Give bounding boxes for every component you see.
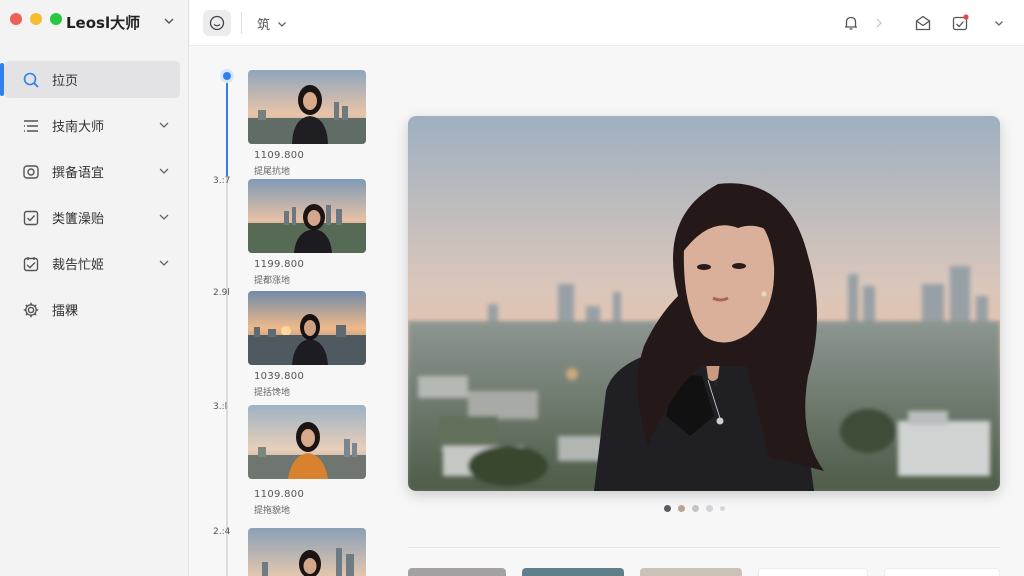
thumbnail-caption: 提尾抗地 xyxy=(254,167,291,177)
face-icon xyxy=(209,15,225,31)
gear-icon xyxy=(22,301,40,319)
sidebar-item-settings[interactable]: 擂粿 xyxy=(0,291,189,328)
sidebar-item-label: 类籄澡贻 xyxy=(52,212,105,227)
face-button[interactable] xyxy=(203,10,231,36)
window-controls xyxy=(10,13,62,25)
photo-thumbnail[interactable] xyxy=(248,528,366,576)
chevron-down-icon[interactable] xyxy=(157,210,171,224)
timeline-progress xyxy=(226,76,228,176)
gallery-card[interactable] xyxy=(758,568,868,576)
thumbnail-caption: 提括馋地 xyxy=(254,388,291,398)
section-divider xyxy=(408,547,1000,548)
chevron-down-icon[interactable] xyxy=(157,256,171,270)
gallery-card[interactable] xyxy=(522,568,624,576)
top-toolbar: 筑 xyxy=(190,0,1024,46)
sidebar-item-tech[interactable]: 技南大师 xyxy=(0,107,189,144)
timeline-handle[interactable] xyxy=(220,69,234,83)
photo-thumbnail[interactable] xyxy=(248,179,366,253)
gallery-card[interactable] xyxy=(884,568,1000,576)
search-icon xyxy=(22,71,40,89)
filter-dropdown[interactable]: 筑 xyxy=(257,14,288,33)
calendar-check-icon xyxy=(952,14,969,31)
chevron-down-icon[interactable] xyxy=(162,14,176,28)
mail-icon xyxy=(915,15,931,31)
minimize-window-button[interactable] xyxy=(30,13,42,25)
carousel-dot[interactable] xyxy=(678,505,685,512)
carousel-dot[interactable] xyxy=(692,505,699,512)
carousel-dot-active[interactable] xyxy=(664,505,671,512)
chevron-down-icon xyxy=(278,21,286,27)
sidebar-item-label: 撰备语宜 xyxy=(52,166,105,181)
sidebar-nav: 拉页 技南大师 撰备语宜 类籄澡贻 裁告忙姬 擂粿 xyxy=(0,61,189,337)
main-photo-preview[interactable] xyxy=(408,116,1000,491)
sidebar-item-label: 擂粿 xyxy=(52,304,79,319)
calendar-icon xyxy=(22,255,40,273)
camera-icon xyxy=(22,163,40,181)
carousel-dot[interactable] xyxy=(720,506,725,511)
mail-button[interactable] xyxy=(912,12,934,34)
chevron-down-icon xyxy=(995,21,1003,26)
account-menu-button[interactable] xyxy=(990,14,1008,32)
checkbox-icon xyxy=(22,209,40,227)
photo-thumbnail[interactable] xyxy=(248,70,366,144)
gallery-card[interactable] xyxy=(640,568,742,576)
sidebar-item-label: 裁告忙姬 xyxy=(52,258,105,273)
sidebar-item-prepare[interactable]: 撰备语宜 xyxy=(0,153,189,190)
maximize-window-button[interactable] xyxy=(50,13,62,25)
list-icon xyxy=(22,117,40,135)
photo-thumbnail[interactable] xyxy=(248,291,366,365)
thumbnail-resolution: 1109.800 xyxy=(254,489,305,500)
carousel-dot[interactable] xyxy=(706,505,713,512)
timeline-label: 3.:l xyxy=(213,402,228,412)
sidebar-item-report[interactable]: 裁告忙姬 xyxy=(0,245,189,282)
thumbnail-caption: 提拖貌地 xyxy=(254,506,291,516)
sidebar-item-category[interactable]: 类籄澡贻 xyxy=(0,199,189,236)
thumbnail-resolution: 1199.800 xyxy=(254,259,305,270)
timeline-label: 2.:4 xyxy=(213,527,231,537)
chevron-down-icon[interactable] xyxy=(157,118,171,132)
forward-button[interactable] xyxy=(872,14,886,32)
photo-thumbnail[interactable] xyxy=(248,405,366,479)
sidebar-item-label: 技南大师 xyxy=(52,120,105,135)
sidebar: Leosl大师 拉页 技南大师 撰备语宜 类籄澡贻 裁告忙姬 擂粿 xyxy=(0,0,189,576)
toolbar-divider xyxy=(241,12,242,34)
close-window-button[interactable] xyxy=(10,13,22,25)
chevron-down-icon[interactable] xyxy=(157,164,171,178)
sidebar-item-home[interactable]: 拉页 xyxy=(0,61,180,98)
timeline-label: 3.:7 xyxy=(213,176,231,186)
chevron-right-icon xyxy=(876,18,882,28)
thumbnail-resolution: 1109.800 xyxy=(254,150,305,161)
carousel-pagination xyxy=(664,505,725,512)
bell-icon xyxy=(845,16,857,30)
notifications-button[interactable] xyxy=(840,12,862,34)
timeline-label: 2.9l xyxy=(213,288,230,298)
filter-label: 筑 xyxy=(257,18,271,33)
thumbnail-resolution: 1039.800 xyxy=(254,371,305,382)
thumbnail-caption: 提都涨地 xyxy=(254,276,291,286)
calendar-check-button[interactable] xyxy=(949,12,971,34)
app-title[interactable]: Leosl大师 xyxy=(66,12,140,33)
sidebar-item-label: 拉页 xyxy=(52,74,79,89)
gallery-card[interactable] xyxy=(408,568,506,576)
